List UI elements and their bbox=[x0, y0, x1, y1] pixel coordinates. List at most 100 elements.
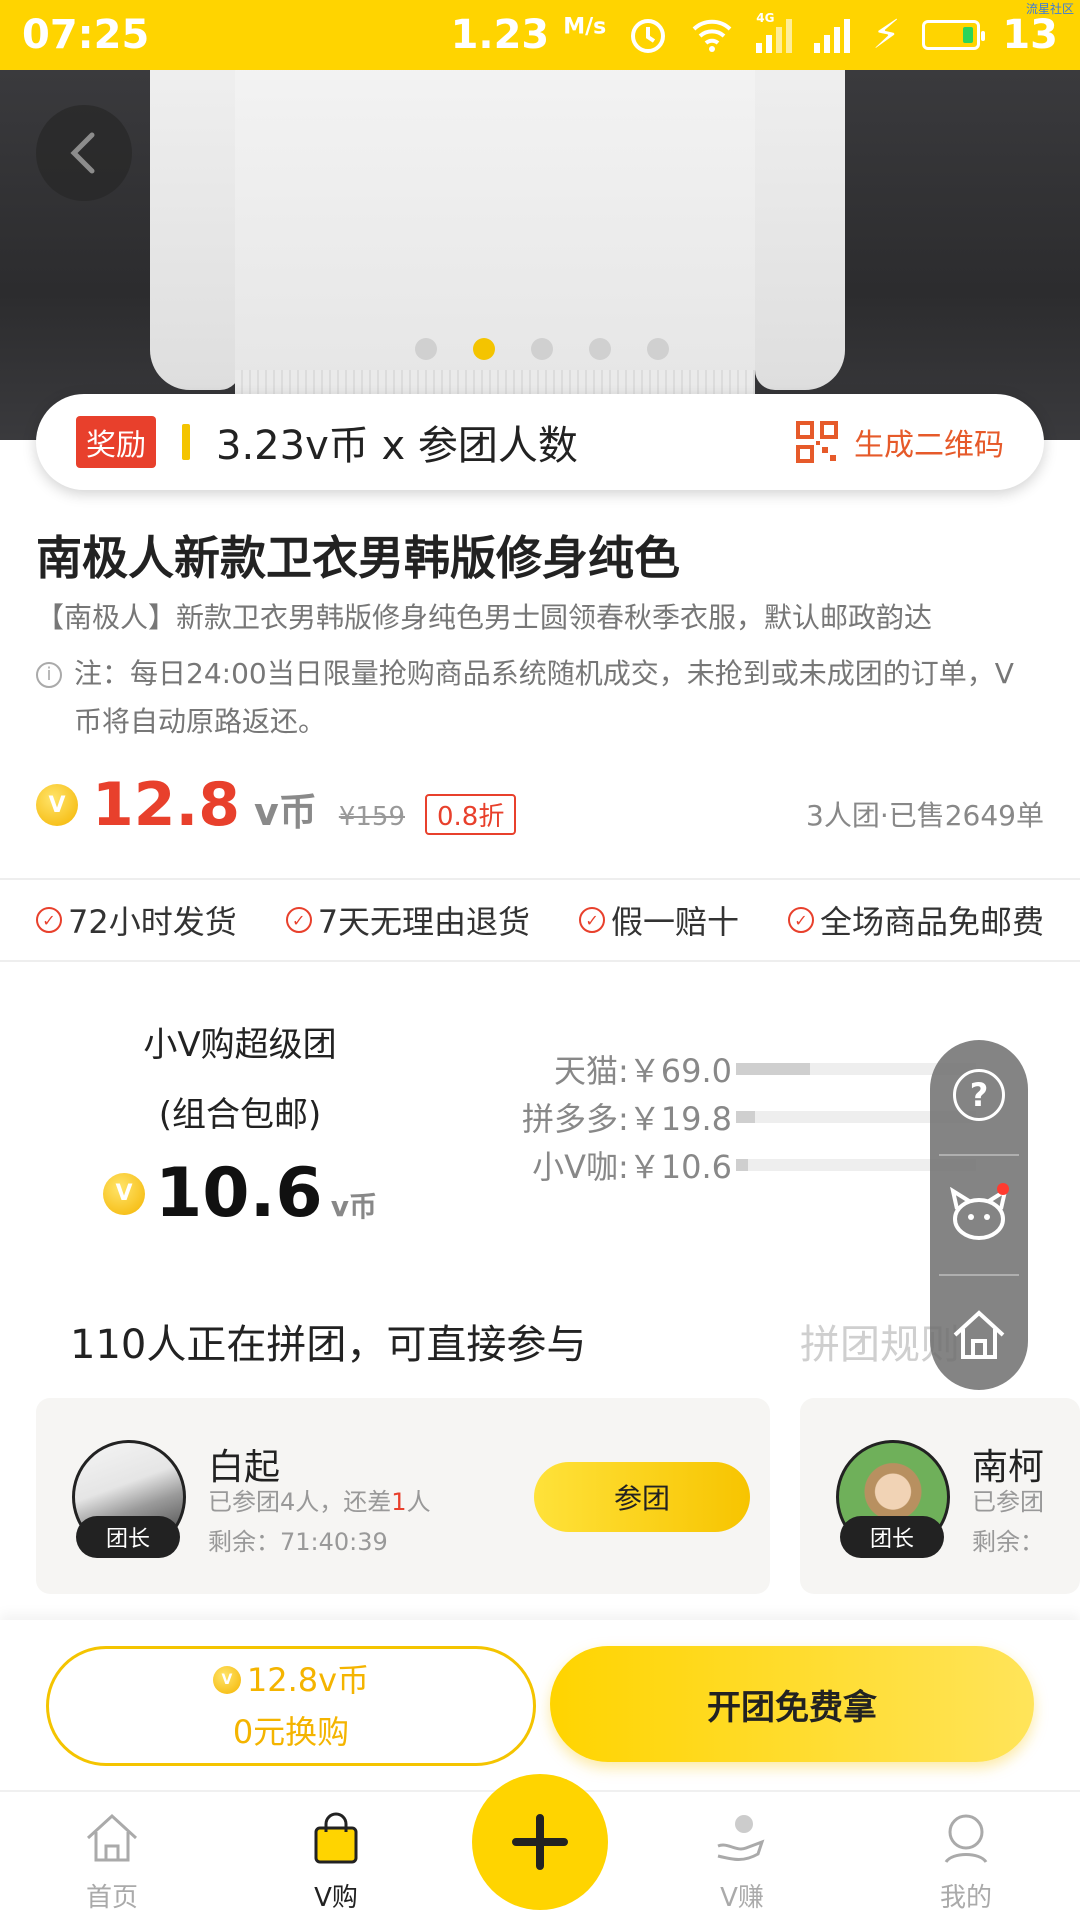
wifi-icon bbox=[692, 19, 732, 52]
discount-badge: 0.8折 bbox=[425, 794, 517, 835]
floating-action-panel: ? bbox=[930, 1040, 1028, 1390]
compare-fill bbox=[736, 1159, 748, 1171]
alarm-icon bbox=[631, 19, 666, 53]
guarantee-item: ✓ 7天无理由退货 bbox=[285, 897, 530, 943]
product-image-carousel[interactable] bbox=[0, 70, 1080, 440]
chat-bot-icon bbox=[950, 1186, 1008, 1240]
carousel-dot[interactable] bbox=[647, 338, 669, 360]
generate-qr-label: 生成二维码 bbox=[854, 428, 1004, 463]
compare-label: 天猫:￥69.0 bbox=[553, 1052, 732, 1090]
leader-tag: 团长 bbox=[76, 1516, 180, 1558]
group-card[interactable]: 团长 南柯 已参团 剩余： bbox=[800, 1398, 1080, 1594]
home-shortcut-button[interactable] bbox=[939, 1285, 1019, 1385]
question-icon: ? bbox=[953, 1068, 1005, 1121]
super-group-subtitle: (组合包邮) bbox=[158, 1095, 322, 1135]
group-remaining-time: 剩余：71:40:39 bbox=[208, 1528, 388, 1556]
super-group-title: 小V购超级团 bbox=[143, 1025, 337, 1065]
exchange-price-row: V 12.8v币 bbox=[212, 1654, 370, 1706]
price-unit: v币 bbox=[254, 790, 317, 834]
plus-icon bbox=[512, 1814, 568, 1870]
profile-icon bbox=[944, 1814, 988, 1864]
v-coin-icon: V bbox=[102, 1172, 145, 1215]
battery-icon bbox=[922, 20, 986, 50]
divider bbox=[939, 1274, 1019, 1277]
compare-row: 小V咖:￥10.6 bbox=[500, 1141, 980, 1189]
carousel-dot[interactable] bbox=[531, 338, 553, 360]
compare-fill bbox=[736, 1063, 811, 1075]
status-bar: 07:25 1.23 M/s 4G ⚡ 13 流星社区 bbox=[0, 0, 1080, 70]
guarantee-item: ✓ 全场商品免邮费 bbox=[787, 897, 1044, 943]
exchange-button[interactable]: V 12.8v币 0元换购 bbox=[46, 1646, 536, 1766]
v-coin-icon: V bbox=[212, 1666, 241, 1694]
compare-label: 拼多多:￥19.8 bbox=[521, 1100, 732, 1138]
reward-text: 3.23v币 x 参团人数 bbox=[216, 423, 578, 469]
carousel-dot-active[interactable] bbox=[473, 338, 495, 360]
carousel-dots bbox=[415, 338, 669, 360]
product-note: i 注：每日24:00当日限量抢购商品系统随机成交，未抢到或未成团的订单，V币将… bbox=[36, 650, 1016, 746]
tab-vgou[interactable]: V购 bbox=[266, 1810, 406, 1914]
tab-vzhuan[interactable]: V赚 bbox=[672, 1810, 812, 1914]
network-speed: 1.23 M/s bbox=[450, 12, 607, 58]
exchange-price: 12.8v币 bbox=[246, 1661, 370, 1699]
tab-label: V赚 bbox=[720, 1883, 764, 1913]
reward-badge: 奖励 bbox=[76, 416, 156, 468]
status-time: 07:25 bbox=[22, 12, 150, 58]
tab-label: 首页 bbox=[85, 1883, 138, 1913]
group-info: 已参团4人，还差1人 剩余：71:40:39 bbox=[208, 1482, 431, 1562]
compare-row: 天猫:￥69.0 bbox=[500, 1045, 980, 1093]
help-button[interactable]: ? bbox=[939, 1045, 1019, 1145]
center-plus-button[interactable] bbox=[472, 1774, 608, 1910]
super-price-value: 10.6 bbox=[154, 1154, 323, 1233]
tab-label: V购 bbox=[314, 1883, 358, 1913]
join-group-button[interactable]: 参团 bbox=[534, 1462, 750, 1532]
tab-label: 我的 bbox=[939, 1883, 992, 1913]
chevron-left-icon bbox=[70, 132, 95, 174]
watermark: 流星社区 bbox=[1025, 2, 1074, 16]
super-price-unit: v币 bbox=[330, 1190, 378, 1223]
message-button[interactable] bbox=[939, 1165, 1019, 1265]
compare-label: 小V咖:￥10.6 bbox=[532, 1148, 732, 1186]
price-row: V 12.8 v币 ¥159 0.8折 3人团·已售2649单 bbox=[36, 770, 1044, 840]
carousel-dot[interactable] bbox=[589, 338, 611, 360]
shopping-bag-icon bbox=[314, 1812, 358, 1864]
original-price: ¥159 bbox=[338, 802, 405, 832]
back-button[interactable] bbox=[36, 105, 132, 201]
group-card[interactable]: 团长 白起 已参团4人，还差1人 剩余：71:40:39 参团 bbox=[36, 1398, 770, 1594]
hoodie-sleeve bbox=[755, 70, 845, 390]
product-title: 南极人新款卫衣男韩版修身纯色 bbox=[36, 531, 680, 585]
battery-level: 13 bbox=[1002, 12, 1058, 58]
super-group: 小V购超级团 (组合包邮) V 10.6 v币 bbox=[0, 1010, 480, 1233]
bottom-action-bar: V 12.8v币 0元换购 开团免费拿 bbox=[0, 1620, 1080, 1790]
guarantee-item: ✓ 72小时发货 bbox=[36, 897, 237, 943]
check-icon: ✓ bbox=[36, 907, 62, 933]
tab-home[interactable]: 首页 bbox=[42, 1810, 182, 1914]
groups-header: 110人正在拼团，可直接参与 bbox=[70, 1322, 587, 1368]
home-icon bbox=[953, 1310, 1005, 1360]
check-icon: ✓ bbox=[579, 907, 606, 933]
earn-icon bbox=[717, 1815, 765, 1861]
carousel-dot[interactable] bbox=[415, 338, 437, 360]
check-icon: ✓ bbox=[285, 907, 312, 933]
leader-tag: 团长 bbox=[840, 1516, 944, 1558]
open-group-free-button[interactable]: 开团免费拿 bbox=[550, 1646, 1034, 1762]
exchange-label: 0元换购 bbox=[232, 1713, 350, 1751]
check-icon: ✓ bbox=[787, 907, 814, 933]
generate-qr-button[interactable]: 生成二维码 bbox=[796, 420, 1004, 464]
note-text: 注：每日24:00当日限量抢购商品系统随机成交，未抢到或未成团的订单，V币将自动… bbox=[74, 657, 1014, 738]
current-price: 12.8 bbox=[92, 770, 241, 840]
group-info: 已参团 剩余： bbox=[972, 1488, 1044, 1556]
charging-icon: ⚡ bbox=[872, 12, 901, 58]
price-comparison: 天猫:￥69.0 拼多多:￥19.8 小V咖:￥10.6 bbox=[500, 1045, 980, 1189]
reward-card: 奖励 3.23v币 x 参团人数 生成二维码 bbox=[36, 394, 1044, 490]
signal-4g-icon: 4G bbox=[756, 11, 793, 53]
guarantee-item: ✓ 假一赔十 bbox=[579, 897, 739, 943]
divider bbox=[939, 1153, 1019, 1156]
signal-icon bbox=[814, 17, 851, 53]
status-indicators: 1.23 M/s 4G ⚡ 13 bbox=[450, 11, 1058, 58]
sold-count: 3人团·已售2649单 bbox=[806, 799, 1044, 832]
tab-mine[interactable]: 我的 bbox=[896, 1810, 1036, 1914]
home-icon bbox=[86, 1813, 138, 1862]
qr-code-icon bbox=[796, 421, 838, 463]
hoodie-image bbox=[150, 70, 240, 390]
product-subtitle: 【南极人】新款卫衣男韩版修身纯色男士圆领春秋季衣服，默认邮政韵达 bbox=[36, 601, 933, 634]
